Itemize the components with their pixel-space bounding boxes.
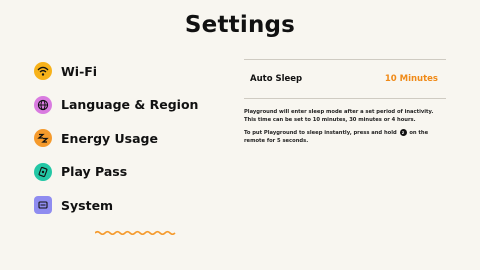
sidebar-item-energy-usage[interactable]: Energy Usage [34, 127, 198, 235]
play-pass-icon [34, 162, 52, 181]
sidebar-item-label: Play Pass [61, 164, 128, 179]
selected-underline [95, 230, 176, 235]
setting-label: Auto Sleep [250, 74, 303, 84]
page-title: Settings [184, 12, 296, 38]
sidebar-item-label: Energy Usage [61, 130, 158, 146]
description-paragraph: To put Playground to sleep instantly, pr… [244, 129, 442, 145]
description-paragraph: Playground will enter sleep mode after a… [244, 109, 434, 123]
sidebar-item-label: System [61, 197, 114, 213]
setting-description: Playground will enter sleep mode after a… [244, 109, 442, 145]
sidebar-item-play-pass[interactable]: Play Pass [34, 161, 198, 183]
sidebar-item-language-region[interactable]: Language & Region [34, 94, 198, 116]
sidebar-item-system[interactable]: System [34, 194, 198, 216]
zz-button-icon: z [399, 129, 407, 136]
wifi-icon [34, 62, 52, 80]
system-icon [34, 196, 52, 214]
divider [244, 98, 446, 99]
energy-zz-icon [34, 129, 52, 147]
sidebar-item-wifi[interactable]: Wi-Fi [34, 60, 198, 82]
settings-menu: Wi-Fi Language & Region Energy Usage Pla… [34, 60, 198, 235]
description-text: To put Playground to sleep instantly, pr… [244, 130, 397, 136]
setting-value: 10 Minutes [384, 74, 438, 84]
sidebar-item-label: Language & Region [61, 97, 199, 112]
globe-icon [34, 95, 52, 114]
sidebar-item-label: Wi-Fi [61, 63, 98, 79]
auto-sleep-setting[interactable]: Auto Sleep 10 Minutes [244, 60, 446, 98]
settings-detail-panel: Auto Sleep 10 Minutes Playground will en… [244, 59, 446, 150]
